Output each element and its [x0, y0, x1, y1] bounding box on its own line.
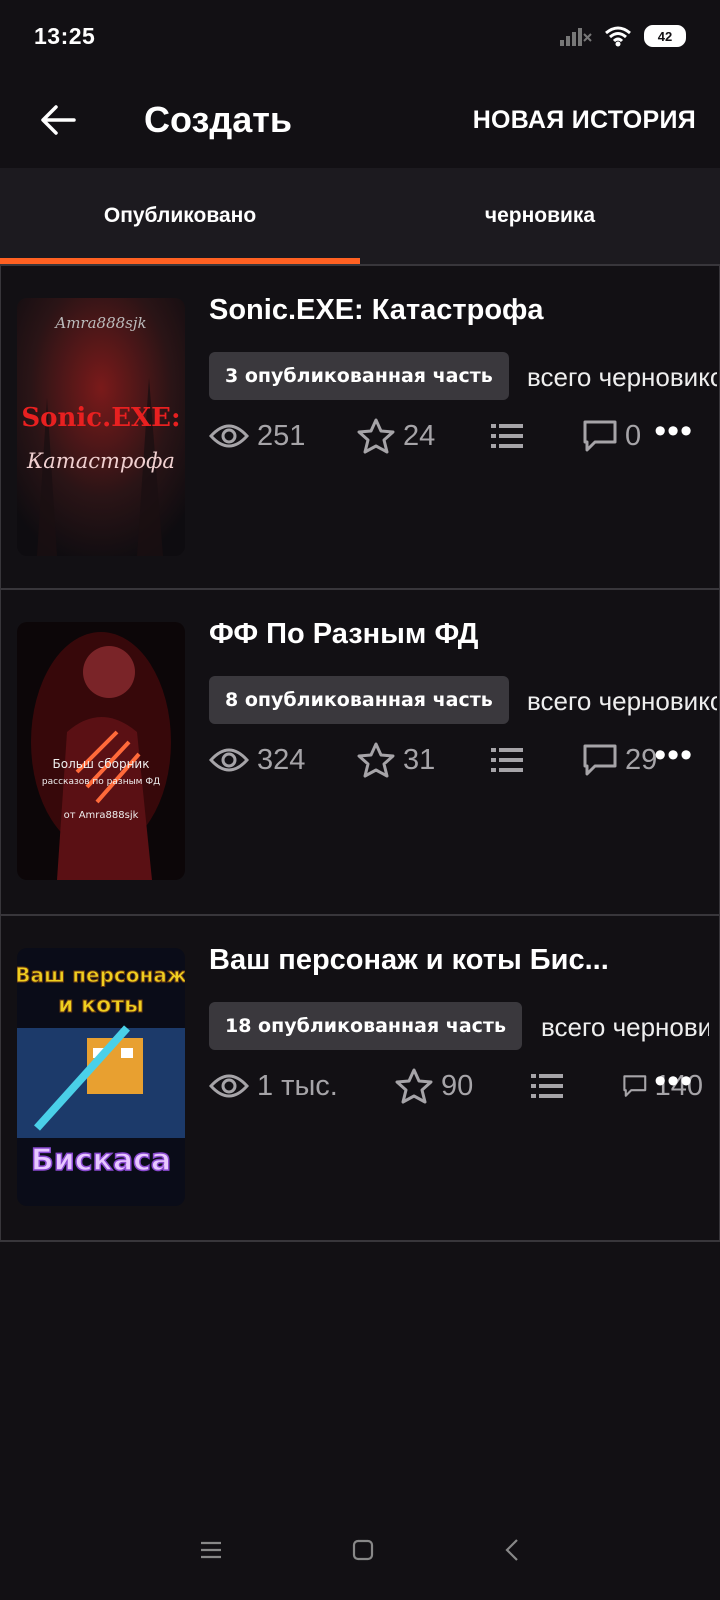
story-card[interactable]: Amra888sjk Sonic.EXE: Катастрофа Sonic.E… [0, 264, 720, 590]
comment-icon [583, 420, 617, 452]
parts-list-stat[interactable] [491, 738, 523, 782]
votes-stat: 24 [357, 414, 435, 458]
drafts-count: всего черновиков [527, 686, 717, 716]
eye-icon [209, 1074, 249, 1098]
wifi-icon [605, 26, 631, 47]
star-icon [395, 1068, 433, 1104]
back-nav-icon[interactable] [504, 1538, 520, 1562]
tab-label: Опубликовано [103, 204, 257, 227]
new-story-button[interactable]: НОВАЯ ИСТОРИЯ [473, 106, 696, 135]
comments-stat: 0 [583, 414, 641, 458]
views-count: 324 [257, 743, 306, 776]
list-icon [491, 424, 523, 448]
eye-icon [209, 424, 249, 448]
cover-text: от Amra888sjk [64, 810, 139, 821]
status-time: 13:25 [34, 22, 96, 49]
signal-icon [560, 28, 592, 46]
story-card[interactable]: Больш сборник рассказов по разным ФД от … [0, 590, 720, 916]
parts-list-stat[interactable] [531, 1064, 563, 1108]
eye-icon [209, 748, 249, 772]
comments-count: 29 [625, 743, 658, 776]
views-stat: 1 тыс. [209, 1064, 338, 1108]
list-icon [491, 748, 523, 772]
cover-text: и коты [58, 993, 144, 1018]
comment-icon [583, 744, 617, 776]
battery-level: 42 [657, 28, 673, 44]
cover-text: Ваш персонаж [17, 963, 185, 987]
votes-count: 90 [441, 1069, 474, 1102]
arrow-left-icon [41, 105, 76, 135]
story-card[interactable]: Ваш персонаж и коты Бискаса Ваш персонаж… [0, 916, 720, 1242]
votes-stat: 31 [357, 738, 435, 782]
more-options-button[interactable]: ••• [654, 1062, 693, 1101]
comment-icon [623, 1075, 647, 1097]
views-count: 1 тыс. [257, 1069, 338, 1102]
cover-text: Amra888sjk [53, 314, 146, 332]
votes-stat: 90 [395, 1064, 473, 1108]
more-options-button[interactable]: ••• [654, 412, 693, 451]
cover-text: Больш сборник [53, 757, 150, 771]
app-bar: Создать НОВАЯ ИСТОРИЯ [0, 72, 720, 168]
votes-count: 31 [403, 743, 436, 776]
story-title[interactable]: Ваш персонаж и коты Бис... [209, 944, 709, 977]
views-stat: 251 [209, 414, 305, 458]
comments-stat: 29 [583, 738, 657, 782]
cover-text: Бискаса [31, 1143, 171, 1178]
views-count: 251 [257, 419, 306, 452]
tab-bar: Опубликовано черновика [0, 168, 720, 264]
drafts-count: всего черновиков [527, 362, 717, 392]
story-title[interactable]: ФФ По Разным ФД [209, 618, 709, 651]
back-button[interactable] [28, 90, 88, 150]
tab-label: черновика [484, 204, 596, 227]
story-cover[interactable]: Ваш персонаж и коты Бискаса [17, 948, 185, 1206]
battery-indicator: 42 [644, 25, 686, 47]
status-icons: 42 [560, 25, 686, 47]
story-list: Amra888sjk Sonic.EXE: Катастрофа Sonic.E… [0, 264, 720, 1242]
page-title: Создать [144, 99, 293, 140]
cover-text: Sonic.EXE: [21, 403, 180, 433]
drafts-count: всего черновиков [541, 1012, 709, 1042]
home-icon[interactable] [352, 1539, 374, 1561]
menu-icon[interactable] [200, 1541, 222, 1559]
parts-list-stat[interactable] [491, 414, 523, 458]
published-parts-badge[interactable]: 8 опубликованная часть [209, 676, 509, 724]
comments-count: 0 [625, 419, 642, 452]
views-stat: 324 [209, 738, 305, 782]
star-icon [357, 418, 395, 454]
votes-count: 24 [403, 419, 436, 452]
system-nav-bar [0, 1500, 720, 1600]
star-icon [357, 742, 395, 778]
tab-drafts[interactable]: черновика [360, 168, 720, 264]
tab-published[interactable]: Опубликовано [0, 168, 360, 264]
published-parts-badge[interactable]: 18 опубликованная часть [209, 1002, 522, 1050]
list-icon [531, 1074, 563, 1098]
published-parts-badge[interactable]: 3 опубликованная часть [209, 352, 509, 400]
story-cover[interactable]: Больш сборник рассказов по разным ФД от … [17, 622, 185, 880]
more-options-button[interactable]: ••• [654, 736, 693, 775]
story-title[interactable]: Sonic.EXE: Катастрофа [209, 294, 709, 327]
cover-text: рассказов по разным ФД [42, 777, 160, 787]
cover-text: Катастрофа [26, 449, 175, 473]
story-cover[interactable]: Amra888sjk Sonic.EXE: Катастрофа [17, 298, 185, 556]
status-bar: 13:25 42 [0, 0, 720, 72]
